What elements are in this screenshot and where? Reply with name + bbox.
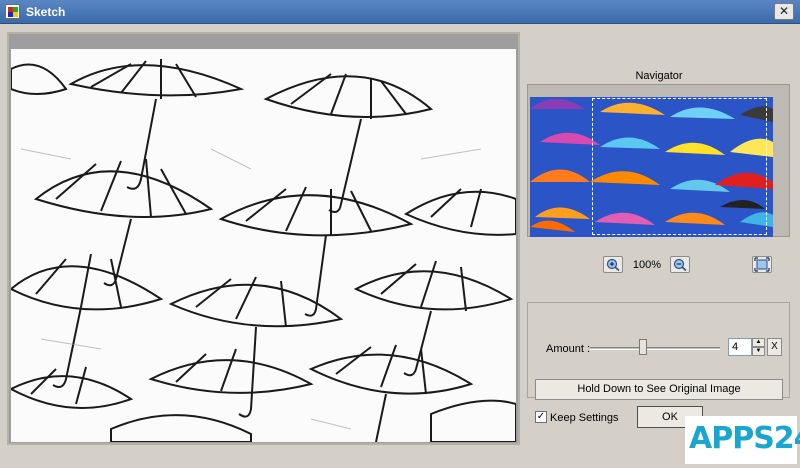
amount-input[interactable] xyxy=(728,338,752,356)
close-icon: ✕ xyxy=(778,4,790,18)
window-title: Sketch xyxy=(26,5,66,19)
navigator-viewport-rect[interactable] xyxy=(592,98,767,235)
zoom-level: 100% xyxy=(632,259,662,271)
spin-down-icon: ▼ xyxy=(755,348,762,354)
hold-to-see-original-button[interactable]: Hold Down to See Original Image xyxy=(535,379,783,400)
navigator-thumbnail[interactable] xyxy=(530,97,773,237)
watermark-logo: APPS24 xyxy=(685,416,800,464)
zoom-out-icon xyxy=(673,258,687,272)
spin-up-icon: ▲ xyxy=(755,339,762,345)
watermark-text: APPS24 xyxy=(689,421,800,456)
amount-increment-button[interactable]: ▲ xyxy=(752,338,765,347)
amount-slider-thumb[interactable] xyxy=(638,339,647,355)
amount-slider-track[interactable] xyxy=(590,347,720,350)
navigator-panel xyxy=(527,84,790,237)
sketch-preview-canvas[interactable] xyxy=(11,49,516,442)
amount-label: Amount : xyxy=(546,343,591,355)
keep-settings-checkbox[interactable]: ✓ xyxy=(535,411,547,423)
fit-to-window-icon xyxy=(754,257,770,272)
amount-reset-button[interactable]: X xyxy=(767,338,782,356)
zoom-in-button[interactable] xyxy=(603,256,623,273)
checkmark-icon: ✓ xyxy=(536,411,546,422)
fit-to-window-button[interactable] xyxy=(752,256,772,273)
zoom-in-icon xyxy=(606,258,620,272)
close-button[interactable]: ✕ xyxy=(774,3,794,20)
amount-decrement-button[interactable]: ▼ xyxy=(752,347,765,356)
keep-settings-label[interactable]: Keep Settings xyxy=(550,412,619,424)
zoom-out-button[interactable] xyxy=(670,256,690,273)
app-icon xyxy=(5,4,20,19)
title-bar[interactable]: Sketch ✕ xyxy=(0,0,800,24)
sketch-umbrellas-image xyxy=(11,49,516,442)
navigator-label: Navigator xyxy=(635,70,683,82)
preview-frame xyxy=(7,32,520,445)
